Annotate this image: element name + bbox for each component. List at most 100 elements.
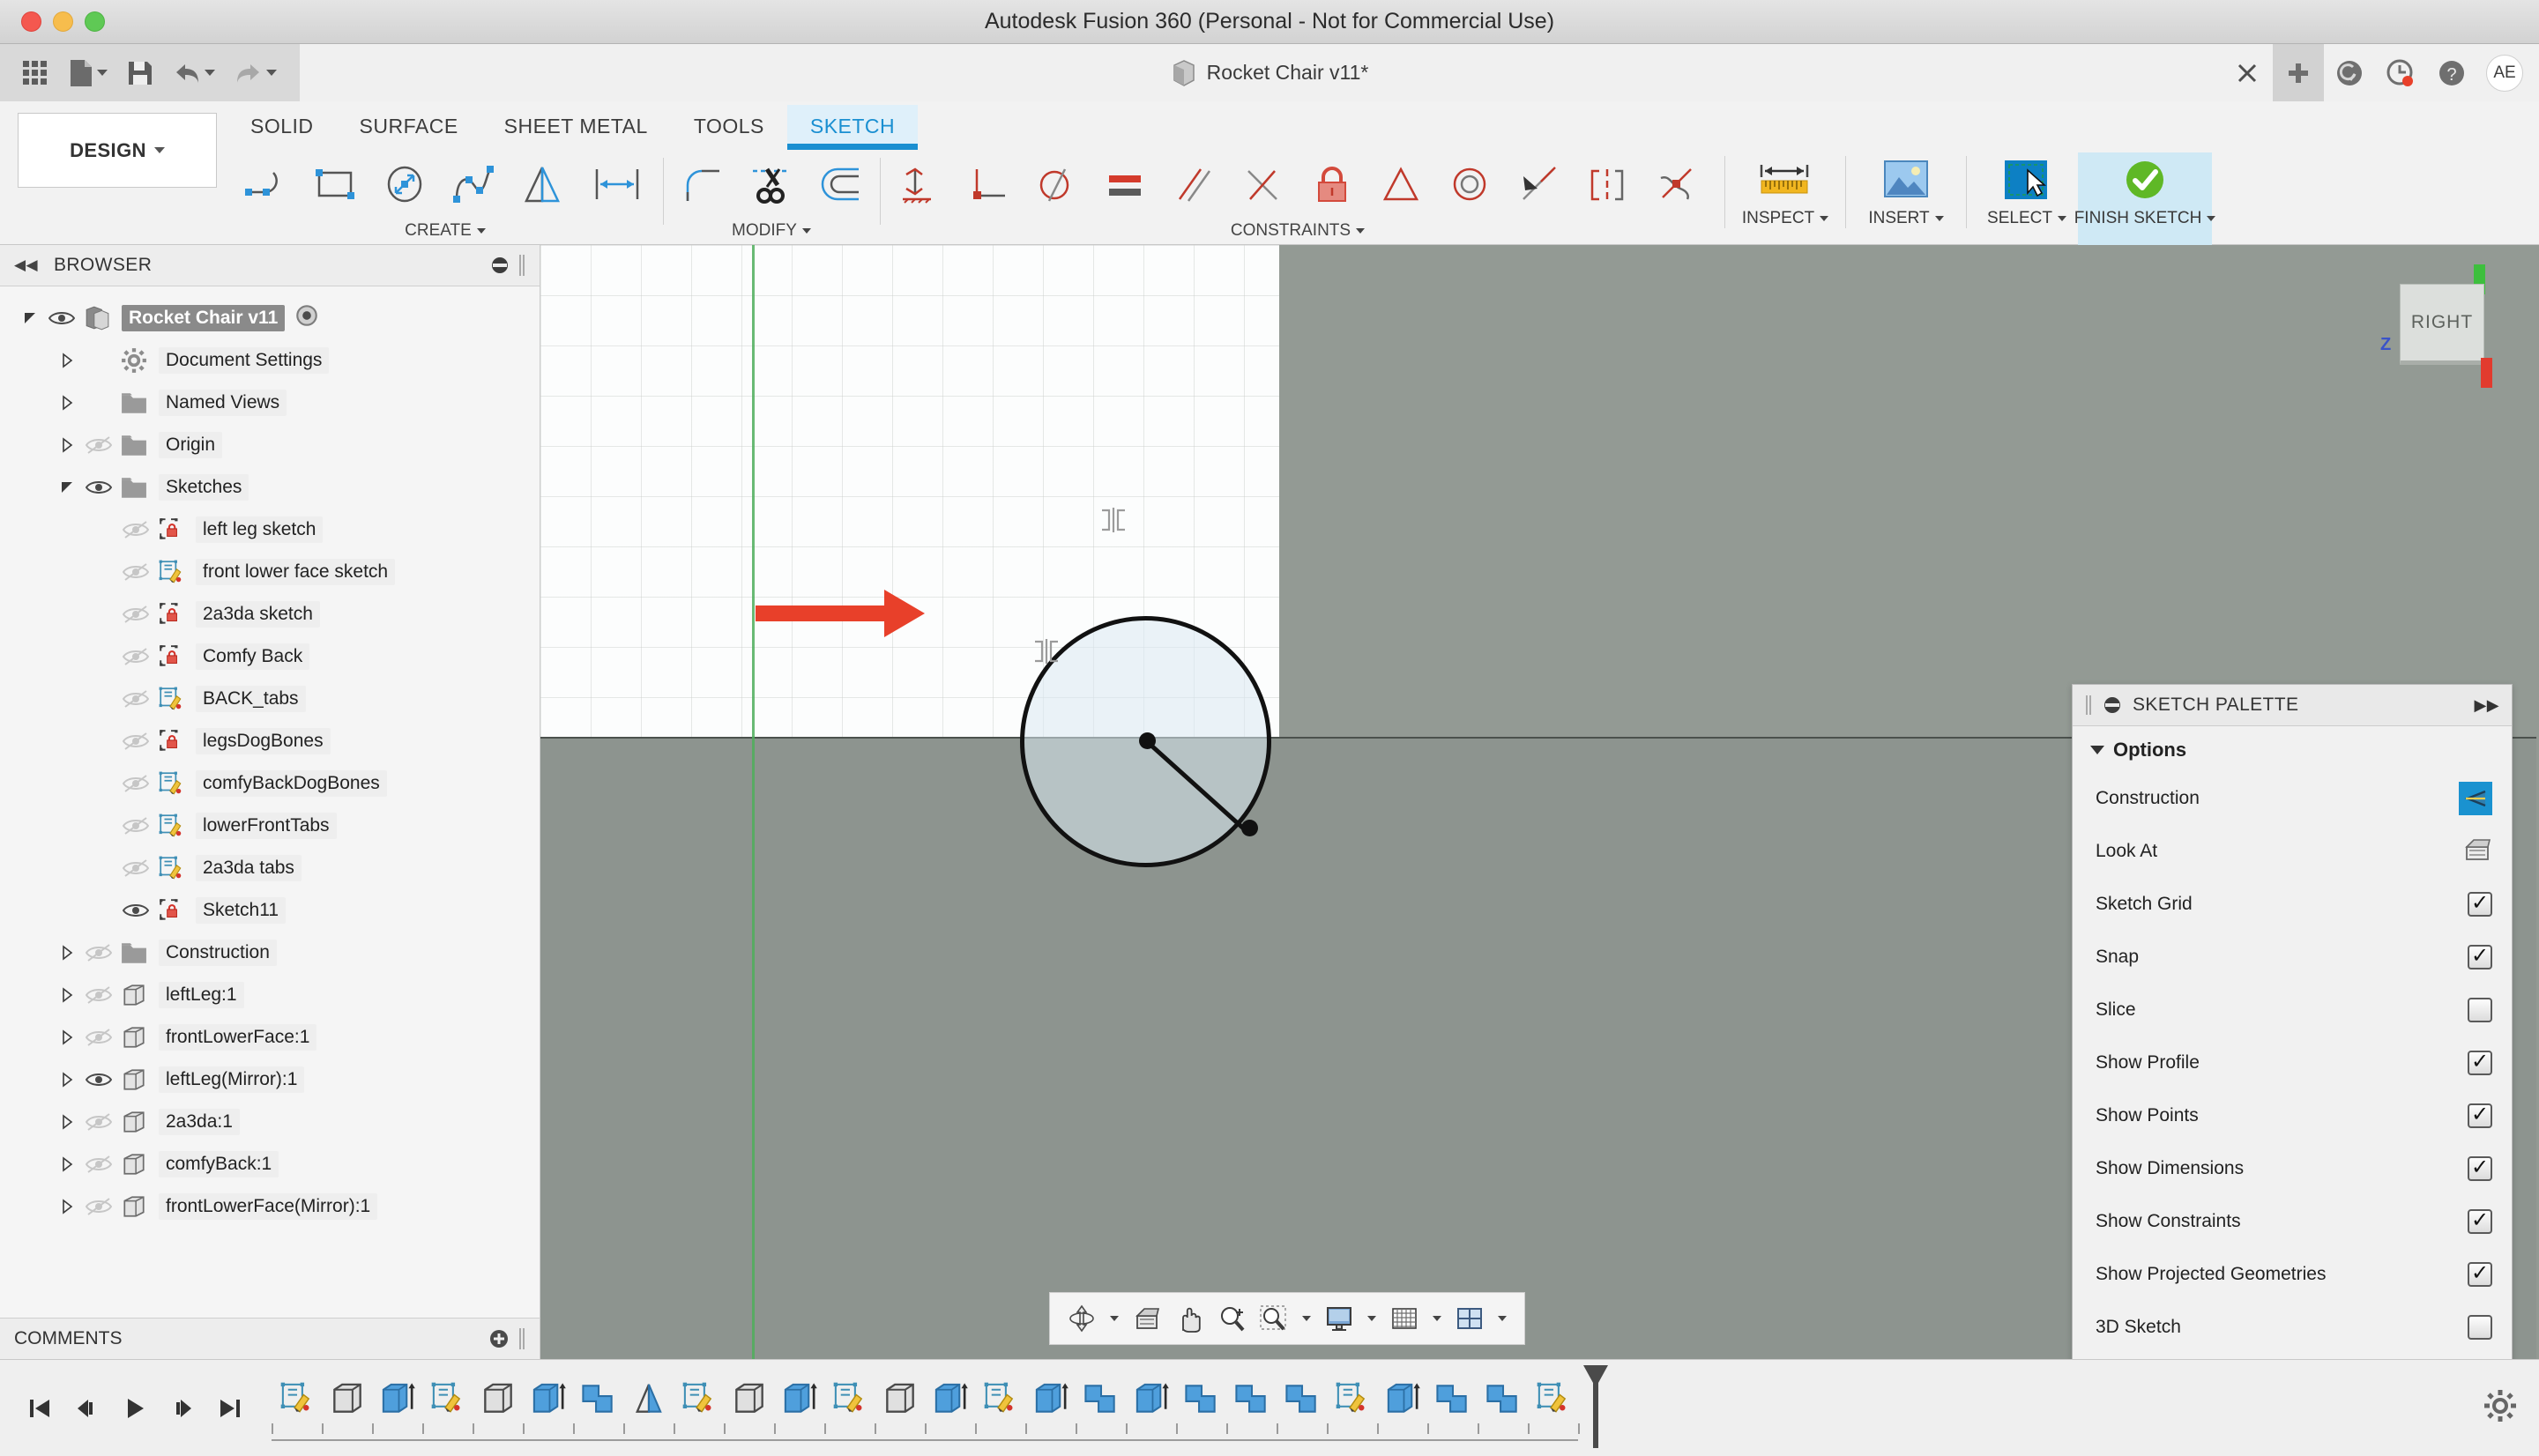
timeline-feature[interactable]	[1478, 1374, 1528, 1423]
disclosure-collapsed-icon[interactable]	[59, 986, 77, 1004]
sketch-palette-option[interactable]: Snap	[2073, 931, 2512, 984]
option-checkbox[interactable]	[2468, 998, 2492, 1022]
equal-constraint[interactable]	[1091, 152, 1160, 216]
eye-hidden-icon[interactable]	[123, 562, 149, 582]
visibility-toggle[interactable]	[81, 435, 116, 455]
tab-tools[interactable]: TOOLS	[671, 105, 787, 150]
insert-panel[interactable]: INSERT	[1855, 152, 1957, 245]
go-to-beginning-button[interactable]	[18, 1384, 62, 1433]
finish-sketch-panel[interactable]: FINISH SKETCH	[2074, 152, 2216, 245]
step-back-button[interactable]	[65, 1384, 109, 1433]
timeline-feature[interactable]	[1126, 1374, 1176, 1423]
visibility-toggle[interactable]	[81, 1070, 116, 1089]
sketch-palette-option[interactable]: 3D Sketch	[2073, 1301, 2512, 1354]
visibility-toggle[interactable]	[118, 562, 153, 582]
disclosure-collapsed-icon[interactable]	[59, 352, 77, 369]
visibility-toggle[interactable]	[118, 689, 153, 709]
visibility-toggle[interactable]	[81, 1028, 116, 1047]
timeline-feature[interactable]	[1427, 1374, 1478, 1423]
timeline-feature[interactable]	[1226, 1374, 1277, 1423]
sketch-palette-option[interactable]: Look At	[2073, 825, 2512, 878]
modify-group-label[interactable]: MODIFY	[663, 221, 880, 241]
browser-node[interactable]: Named Views	[0, 382, 540, 424]
checkbox-box[interactable]	[2468, 1315, 2492, 1340]
new-tab-button[interactable]	[2273, 44, 2324, 101]
visibility-toggle[interactable]	[81, 1112, 116, 1132]
browser-node[interactable]: Origin	[0, 424, 540, 466]
symmetry-constraint-glyph-top[interactable]	[1098, 505, 1128, 535]
checkbox-box[interactable]	[2468, 998, 2492, 1022]
options-section-header[interactable]: Options	[2073, 739, 2512, 772]
coincident-constraint[interactable]	[954, 152, 1023, 216]
sketch-palette-option[interactable]: Show Dimensions	[2073, 1142, 2512, 1195]
visibility-toggle[interactable]	[81, 1197, 116, 1216]
eye-hidden-icon[interactable]	[123, 605, 149, 624]
checkbox-box[interactable]	[2468, 1209, 2492, 1234]
horizontal-vertical-constraint[interactable]	[885, 152, 954, 216]
disclosure-collapsed-icon[interactable]	[59, 1071, 77, 1088]
timeline-feature[interactable]	[774, 1374, 824, 1423]
disclosure-expanded-icon[interactable]	[59, 479, 77, 496]
browser-node[interactable]: 2a3da:1	[0, 1101, 540, 1143]
timeline-feature[interactable]	[875, 1374, 925, 1423]
visibility-toggle[interactable]	[81, 478, 116, 497]
option-checkbox[interactable]	[2468, 1209, 2492, 1234]
sketch-palette-option[interactable]: Construction	[2073, 772, 2512, 825]
disclosure-collapsed-icon[interactable]	[59, 394, 77, 412]
eye-hidden-icon[interactable]	[123, 732, 149, 751]
symmetry-constraint-glyph-left[interactable]	[1031, 636, 1061, 666]
browser-node[interactable]: Sketches	[0, 466, 540, 509]
timeline-feature[interactable]	[1277, 1374, 1327, 1423]
palette-menu-icon[interactable]	[2103, 695, 2122, 715]
grid-snaps-dropdown[interactable]	[1427, 1297, 1447, 1340]
viewports-dropdown[interactable]	[1493, 1297, 1512, 1340]
comments-panel[interactable]: COMMENTS	[0, 1318, 540, 1359]
sketch-palette-option[interactable]: Sketch Grid	[2073, 878, 2512, 931]
close-tab-button[interactable]	[2222, 44, 2273, 101]
disclosure-collapsed-icon[interactable]	[59, 1113, 77, 1131]
workspace-switcher[interactable]: DESIGN	[18, 113, 217, 188]
view-cube[interactable]: RIGHT Z	[2380, 264, 2497, 388]
zoom-icon[interactable]	[1212, 1297, 1251, 1340]
orbit-dropdown[interactable]	[1105, 1297, 1124, 1340]
visibility-toggle[interactable]	[118, 816, 153, 836]
checkbox-box[interactable]	[2468, 1156, 2492, 1181]
browser-node[interactable]: frontLowerFace:1	[0, 1016, 540, 1059]
timeline-feature[interactable]	[422, 1374, 473, 1423]
eye-hidden-icon[interactable]	[123, 647, 149, 666]
save-button[interactable]	[120, 56, 160, 91]
timeline-feature[interactable]	[372, 1374, 422, 1423]
disclosure-toggle[interactable]	[55, 986, 81, 1004]
eye-hidden-icon[interactable]	[86, 435, 112, 455]
disclosure-toggle[interactable]	[55, 479, 81, 496]
disclosure-collapsed-icon[interactable]	[59, 944, 77, 962]
timeline-feature[interactable]	[1528, 1374, 1578, 1423]
sketch-palette-option[interactable]: Slice	[2073, 984, 2512, 1036]
timeline-feature[interactable]	[1176, 1374, 1226, 1423]
option-checkbox[interactable]	[2468, 1156, 2492, 1181]
help-button[interactable]: ?	[2426, 44, 2477, 101]
visibility-toggle[interactable]	[118, 858, 153, 878]
disclosure-toggle[interactable]	[55, 1198, 81, 1215]
disclosure-toggle[interactable]	[18, 309, 44, 327]
go-to-end-button[interactable]	[208, 1384, 252, 1433]
option-checkbox[interactable]	[2468, 1315, 2492, 1340]
grid-snaps-icon[interactable]	[1385, 1297, 1424, 1340]
undo-button[interactable]	[166, 56, 222, 90]
visibility-toggle[interactable]	[81, 943, 116, 962]
eye-hidden-icon[interactable]	[86, 1197, 112, 1216]
create-group-label[interactable]: CREATE	[227, 221, 663, 241]
browser-node[interactable]: frontLowerFace(Mirror):1	[0, 1185, 540, 1228]
play-button[interactable]	[113, 1384, 157, 1433]
tab-sheet-metal[interactable]: SHEET METAL	[481, 105, 671, 150]
mirror-tool[interactable]	[508, 152, 577, 216]
disclosure-toggle[interactable]	[55, 352, 81, 369]
timeline-feature[interactable]	[824, 1374, 875, 1423]
eye-visible-icon[interactable]	[123, 901, 149, 920]
option-checkbox[interactable]	[2468, 1262, 2492, 1287]
pan-icon[interactable]	[1170, 1297, 1209, 1340]
rectangle-tool[interactable]	[302, 152, 370, 216]
browser-header-controls[interactable]	[490, 254, 525, 277]
browser-node[interactable]: 2a3da tabs	[0, 847, 540, 889]
eye-hidden-icon[interactable]	[86, 985, 112, 1005]
